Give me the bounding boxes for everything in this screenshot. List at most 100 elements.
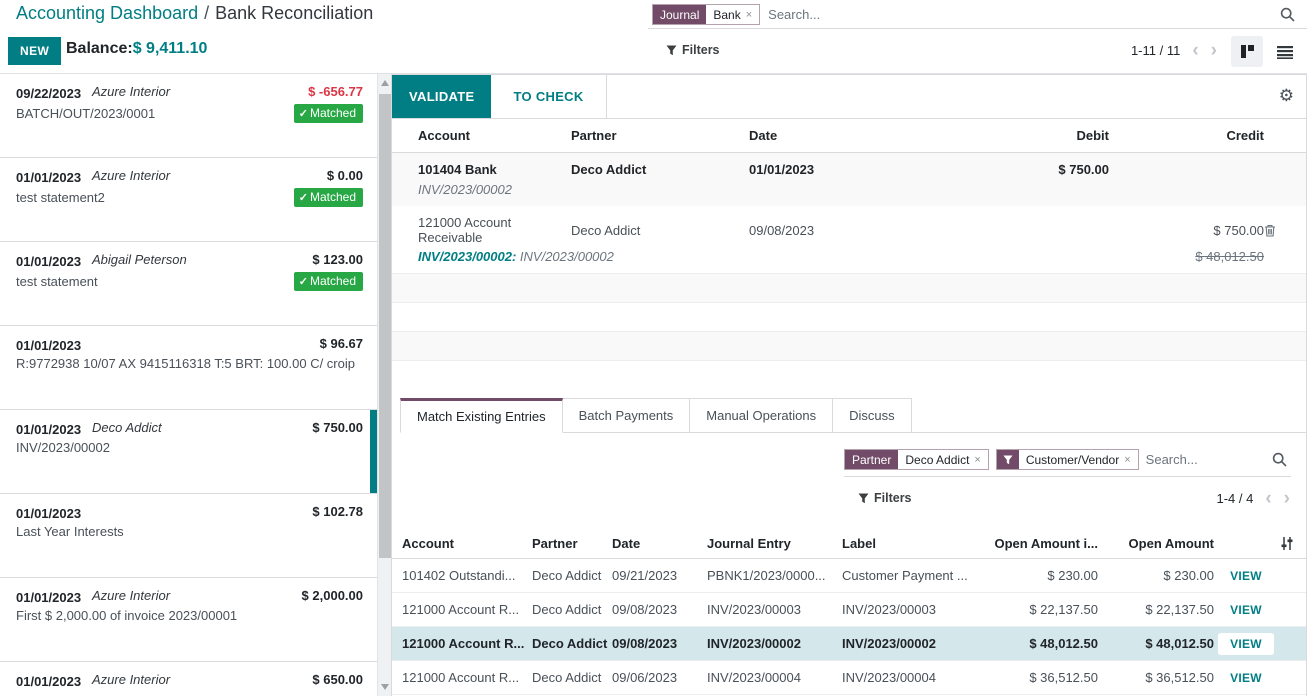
match-row-inv-00004[interactable]: 121000 Account R... Deco Addict 09/06/20… bbox=[392, 661, 1306, 695]
statement-line-inv-00002-selected[interactable]: 01/01/2023 Deco Addict $ 750.00 INV/2023… bbox=[0, 410, 377, 494]
reconcile-line-bank[interactable]: 101404 Bank Deco Addict 01/01/2023 $ 750… bbox=[392, 153, 1306, 206]
list-view-button[interactable] bbox=[1269, 36, 1301, 67]
match-control-row: Filters 1-4 / 4 ‹ › bbox=[392, 488, 1306, 514]
statement-date: 01/01/2023 bbox=[16, 168, 90, 187]
gear-icon[interactable]: ⚙ bbox=[1279, 86, 1294, 106]
cell-open-amount: $ 48,012.50 bbox=[1102, 636, 1218, 651]
view-button[interactable]: VIEW bbox=[1218, 633, 1274, 655]
match-filters-button[interactable]: Filters bbox=[858, 491, 912, 505]
main-search-input[interactable] bbox=[768, 7, 1272, 22]
main-pager: 1-11 / 11 ‹ › bbox=[1131, 43, 1217, 58]
cell-date: 09/08/2023 bbox=[612, 636, 707, 651]
match-search-input[interactable] bbox=[1146, 452, 1265, 467]
cell-open-amount: $ 36,512.50 bbox=[1102, 670, 1218, 685]
search-icon[interactable] bbox=[1272, 452, 1287, 467]
statement-line-first-2000[interactable]: 01/01/2023 Azure Interior $ 2,000.00 Fir… bbox=[0, 578, 377, 662]
cell-journal-entry: INV/2023/00003 bbox=[707, 602, 842, 617]
main-search-bar[interactable]: Journal Bank × bbox=[648, 1, 1307, 29]
statement-date: 01/01/2023 bbox=[16, 588, 90, 607]
statements-scrollbar[interactable] bbox=[377, 74, 391, 696]
match-row-inv-00003[interactable]: 121000 Account R... Deco Addict 09/08/20… bbox=[392, 593, 1306, 627]
cell-date: 09/21/2023 bbox=[612, 568, 707, 583]
statement-partner: Abigail Peterson bbox=[92, 252, 187, 267]
statement-line-test[interactable]: 01/01/2023 Abigail Peterson $ 123.00 tes… bbox=[0, 242, 377, 326]
filters-button[interactable]: Filters bbox=[666, 43, 720, 57]
statement-line-r9772938[interactable]: 01/01/2023 $ 96.67 R:9772938 10/07 AX 94… bbox=[0, 326, 377, 410]
scroll-down-icon[interactable] bbox=[381, 684, 389, 690]
view-button[interactable]: VIEW bbox=[1218, 569, 1274, 583]
scroll-up-icon[interactable] bbox=[381, 80, 389, 86]
search-facet-journal[interactable]: Journal Bank × bbox=[652, 4, 760, 25]
facet-journal-label: Journal bbox=[653, 5, 706, 24]
cell-journal-entry: INV/2023/00004 bbox=[707, 670, 842, 685]
col-date: Date bbox=[749, 128, 924, 143]
facet-partner-value: Deco Addict bbox=[905, 453, 969, 467]
statement-amount: $ 0.00 bbox=[327, 168, 363, 183]
col-date: Date bbox=[612, 536, 707, 551]
statement-line-test2[interactable]: 01/01/2023 Azure Interior $ 0.00 test st… bbox=[0, 158, 377, 242]
search-icon[interactable] bbox=[1280, 7, 1295, 22]
new-button[interactable]: NEW bbox=[8, 37, 61, 65]
match-row-inv-00002-selected[interactable]: 121000 Account R... Deco Addict 09/08/20… bbox=[392, 627, 1306, 661]
reconcile-line-receivable[interactable]: 121000 Account Receivable Deco Addict 09… bbox=[392, 206, 1306, 273]
tab-manual-operations[interactable]: Manual Operations bbox=[690, 398, 833, 433]
match-pager: 1-4 / 4 ‹ › bbox=[1216, 491, 1290, 506]
col-debit: Debit bbox=[924, 128, 1109, 143]
cell-account: 101404 Bank bbox=[418, 162, 571, 177]
match-search-bar[interactable]: Partner Deco Addict × Customer/Vendor × bbox=[844, 446, 1291, 477]
statement-amount: $ 123.00 bbox=[312, 252, 363, 267]
breadcrumb-accounting-dashboard[interactable]: Accounting Dashboard bbox=[16, 3, 198, 23]
cell-open-amount-in: $ 22,137.50 bbox=[992, 602, 1102, 617]
tab-match-existing-entries[interactable]: Match Existing Entries bbox=[400, 398, 563, 433]
cell-account: 121000 Account R... bbox=[402, 670, 532, 685]
tab-batch-payments[interactable]: Batch Payments bbox=[563, 398, 691, 433]
move-link[interactable]: INV/2023/00002: bbox=[418, 249, 516, 264]
matched-badge: ✓Matched bbox=[294, 272, 363, 291]
original-amount-struck: $ 48,012.50 bbox=[1109, 249, 1264, 264]
cell-credit: $ 750.00 bbox=[1213, 223, 1264, 238]
statement-amount: $ 750.00 bbox=[312, 420, 363, 435]
facet-journal-value: Bank bbox=[713, 8, 740, 22]
view-button[interactable]: VIEW bbox=[1218, 603, 1274, 617]
statement-label: BATCH/OUT/2023/0001 bbox=[16, 106, 155, 121]
scrollbar-thumb[interactable] bbox=[379, 94, 391, 558]
cell-open-amount-in: $ 230.00 bbox=[992, 568, 1102, 583]
statement-partner: Azure Interior bbox=[92, 672, 170, 687]
cell-account: 121000 Account Receivable bbox=[418, 215, 571, 245]
empty-row bbox=[392, 273, 1306, 302]
validate-button[interactable]: VALIDATE bbox=[392, 75, 491, 118]
pager-prev-icon[interactable]: ‹ bbox=[1265, 492, 1271, 506]
filter-funnel-icon bbox=[997, 450, 1019, 469]
cell-date: 09/08/2023 bbox=[612, 602, 707, 617]
cell-partner: Deco Addict bbox=[532, 602, 612, 617]
facet-journal-remove-icon[interactable]: × bbox=[746, 9, 752, 21]
statement-label: test statement2 bbox=[16, 190, 105, 205]
breadcrumb-separator: / bbox=[204, 3, 209, 23]
cell-partner: Deco Addict bbox=[532, 670, 612, 685]
pager-prev-icon[interactable]: ‹ bbox=[1192, 44, 1198, 58]
col-label: Label bbox=[842, 536, 992, 551]
view-button[interactable]: VIEW bbox=[1218, 671, 1274, 685]
search-facet-partner[interactable]: Partner Deco Addict × bbox=[844, 449, 989, 470]
tab-discuss[interactable]: Discuss bbox=[833, 398, 912, 433]
statement-amount: $ 2,000.00 bbox=[302, 588, 363, 603]
statement-line-650[interactable]: 01/01/2023 Azure Interior $ 650.00 bbox=[0, 662, 377, 696]
search-facet-customer-vendor[interactable]: Customer/Vendor × bbox=[996, 449, 1139, 470]
facet-customer-vendor-remove-icon[interactable]: × bbox=[1124, 454, 1130, 466]
statement-label: Last Year Interests bbox=[16, 524, 124, 539]
col-account: Account bbox=[418, 128, 571, 143]
notebook-tabs: Match Existing Entries Batch Payments Ma… bbox=[400, 398, 1306, 433]
pager-next-icon[interactable]: › bbox=[1284, 492, 1290, 506]
facet-partner-remove-icon[interactable]: × bbox=[974, 454, 980, 466]
trash-icon[interactable] bbox=[1264, 224, 1292, 237]
kanban-view-button[interactable] bbox=[1231, 36, 1263, 67]
pager-next-icon[interactable]: › bbox=[1211, 44, 1217, 58]
statement-line-last-year-interests[interactable]: 01/01/2023 $ 102.78 Last Year Interests bbox=[0, 494, 377, 578]
statement-line-batch-out[interactable]: 09/22/2023 Azure Interior $ -656.77 BATC… bbox=[0, 74, 377, 158]
check-icon: ✓ bbox=[299, 275, 308, 288]
reconcile-table-header: Account Partner Date Debit Credit bbox=[392, 119, 1306, 153]
statement-amount: $ -656.77 bbox=[308, 84, 363, 99]
adjust-columns-icon[interactable] bbox=[1280, 537, 1306, 550]
to-check-button[interactable]: TO CHECK bbox=[491, 75, 605, 118]
match-row-outstanding[interactable]: 101402 Outstandi... Deco Addict 09/21/20… bbox=[392, 559, 1306, 593]
